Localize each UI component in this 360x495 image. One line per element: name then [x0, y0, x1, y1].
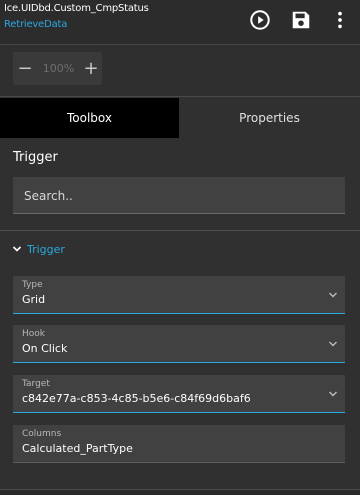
divider	[0, 230, 360, 231]
save-icon	[292, 11, 310, 29]
app-header: Ice.UIDbd.Custom_CmpStatus RetrieveData	[0, 0, 360, 45]
zoom-control: − 100% +	[13, 52, 102, 85]
search-input[interactable]	[22, 177, 336, 215]
field-label: Hook	[22, 329, 45, 339]
field-label: Target	[22, 379, 50, 389]
trigger-group-header[interactable]: Trigger	[12, 241, 65, 259]
trigger-group-label: Trigger	[27, 243, 65, 256]
target-dropdown[interactable]: Target c842e77a-c853-4c85-b5e6-c84f69d6b…	[13, 375, 345, 413]
columns-field[interactable]: Columns Calculated_PartType	[13, 425, 345, 463]
more-options-button[interactable]	[329, 9, 351, 31]
save-button[interactable]	[290, 9, 312, 31]
app-subtitle[interactable]: RetrieveData	[4, 19, 67, 30]
search-field[interactable]	[13, 177, 345, 215]
field-value: Grid	[22, 293, 46, 306]
zoom-in-button[interactable]: +	[80, 52, 102, 85]
play-button[interactable]	[249, 9, 271, 31]
chevron-down-icon	[328, 389, 338, 399]
field-value: c842e77a-c853-4c85-b5e6-c84f69d6baf6	[22, 392, 251, 405]
field-label: Columns	[22, 429, 62, 439]
zoom-out-button[interactable]: −	[14, 52, 36, 85]
divider	[0, 489, 360, 495]
field-value: On Click	[22, 342, 68, 355]
field-value: Calculated_PartType	[22, 442, 133, 455]
app-title: Ice.UIDbd.Custom_CmpStatus	[4, 3, 149, 14]
zoom-toolbar: − 100% +	[0, 45, 360, 97]
tab-properties[interactable]: Properties	[179, 98, 360, 138]
play-circle-icon	[250, 10, 270, 30]
chevron-down-icon	[12, 246, 22, 252]
chevron-down-icon	[328, 339, 338, 349]
zoom-level: 100%	[42, 62, 75, 75]
section-title: Trigger	[13, 150, 58, 165]
field-label: Type	[22, 280, 43, 290]
more-vert-icon	[338, 11, 342, 29]
chevron-down-icon	[328, 290, 338, 300]
type-dropdown[interactable]: Type Grid	[13, 276, 345, 314]
hook-dropdown[interactable]: Hook On Click	[13, 325, 345, 363]
panel-tabs: Toolbox Properties	[0, 98, 360, 138]
tab-toolbox[interactable]: Toolbox	[0, 98, 179, 138]
